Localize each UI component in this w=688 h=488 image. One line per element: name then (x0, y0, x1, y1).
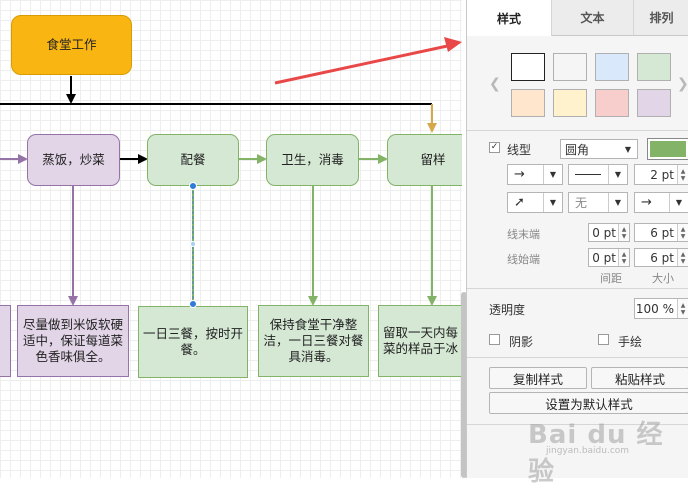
chevron-down-icon: ▼ (608, 165, 627, 184)
waypoints-select[interactable]: ➚ ▼ (507, 192, 563, 213)
chevron-down-icon: ▼ (669, 193, 688, 212)
line-start-label: 线始端 (507, 253, 540, 266)
solid-line-icon (575, 174, 601, 175)
line-style-select[interactable]: 圆角 ▼ (560, 139, 638, 159)
line-width-value: 2 pt (650, 167, 674, 182)
opacity-value: 100 % (635, 301, 674, 316)
diagonal-line-icon: ➚ (514, 195, 525, 210)
style-swatch[interactable] (637, 53, 671, 81)
line-end-label: 线末端 (507, 228, 540, 241)
line-start-marker-select[interactable]: 无 ▼ (568, 192, 628, 213)
line-end-spacing-stepper[interactable]: ▲ ▼ (618, 224, 629, 241)
line-width-stepper[interactable]: ▲ ▼ (677, 165, 688, 184)
line-pattern-select[interactable]: ▼ (568, 164, 628, 185)
sketch-label: 手绘 (618, 335, 643, 349)
annotation-arrow (274, 37, 462, 85)
line-start-size-field[interactable]: 6 pt ▲ ▼ (634, 248, 688, 267)
connection-type-select[interactable]: → ▼ (507, 164, 563, 185)
line-style-value: 圆角 (565, 142, 590, 157)
style-swatch[interactable] (511, 53, 545, 81)
style-swatch[interactable] (553, 53, 587, 81)
line-end-size-stepper[interactable]: ▲ ▼ (677, 224, 688, 241)
chevron-down-icon: ▼ (608, 193, 627, 212)
swatch-prev-icon[interactable]: ❮ (489, 76, 501, 92)
line-end-marker-select[interactable]: → ▼ (634, 192, 688, 213)
line-end-size-field[interactable]: 6 pt ▲ ▼ (634, 223, 688, 242)
style-swatch[interactable] (595, 89, 629, 117)
size-column-label: 大小 (652, 272, 674, 285)
watermark-url: jingyan.baidu.com (546, 446, 630, 456)
style-swatch[interactable] (511, 89, 545, 117)
line-checkbox[interactable]: ✓ (489, 142, 500, 153)
chevron-down-icon: ▼ (543, 165, 562, 184)
tab-style[interactable]: 样式 (467, 0, 551, 36)
shadow-checkbox[interactable] (489, 334, 500, 345)
panel-divider (467, 357, 688, 358)
swatch-next-icon[interactable]: ❯ (677, 76, 688, 92)
panel-divider (467, 288, 688, 289)
line-color-button[interactable] (647, 138, 688, 160)
line-end-size-value: 6 pt (650, 225, 674, 240)
line-start-spacing-value: 0 pt (592, 250, 616, 265)
diagram-canvas[interactable]: 食堂工作 蒸饭，炒菜 配餐 卫生，消毒 留样 尽量做到米饭软硬适中，保证每道菜色… (0, 0, 462, 478)
style-swatch[interactable] (637, 89, 671, 117)
chevron-down-icon: ▼ (624, 144, 632, 154)
arrow-right-icon: → (514, 167, 525, 182)
set-default-style-button[interactable]: 设置为默认样式 (489, 392, 688, 414)
opacity-field[interactable]: 100 % ▲ ▼ (634, 298, 688, 319)
tab-arrange[interactable]: 排列 (633, 0, 688, 36)
line-start-spacing-field[interactable]: 0 pt ▲ ▼ (588, 248, 630, 267)
sketch-checkbox[interactable] (598, 334, 609, 345)
panel-divider (467, 130, 688, 131)
copy-style-button[interactable]: 复制样式 (489, 367, 587, 389)
chevron-down-icon: ▼ (543, 193, 562, 212)
line-end-spacing-value: 0 pt (592, 225, 616, 240)
line-color-fill (650, 141, 686, 157)
opacity-label: 透明度 (489, 303, 526, 317)
line-end-spacing-field[interactable]: 0 pt ▲ ▼ (588, 223, 630, 242)
tab-text[interactable]: 文本 (551, 0, 633, 36)
spacing-column-label: 间距 (600, 272, 622, 285)
arrow-right-icon: → (641, 195, 652, 210)
opacity-stepper[interactable]: ▲ ▼ (677, 299, 688, 318)
line-start-size-stepper[interactable]: ▲ ▼ (677, 249, 688, 266)
shadow-label: 阴影 (509, 335, 534, 349)
panel-tabs: 样式 文本 排列 (467, 0, 688, 36)
line-start-spacing-stepper[interactable]: ▲ ▼ (618, 249, 629, 266)
line-start-marker-value: 无 (575, 196, 588, 210)
style-swatch[interactable] (595, 53, 629, 81)
line-label: 线型 (507, 143, 532, 157)
paste-style-button[interactable]: 粘贴样式 (591, 367, 688, 389)
line-width-field[interactable]: 2 pt ▲ ▼ (634, 164, 688, 185)
format-panel: 样式 文本 排列 ❮ ❯ ✓ 线型 圆角 ▼ → ▼ ▼ 2 pt ▲ ▼ ➚ ▼… (466, 0, 688, 478)
style-swatch[interactable] (553, 89, 587, 117)
line-start-size-value: 6 pt (650, 250, 674, 265)
